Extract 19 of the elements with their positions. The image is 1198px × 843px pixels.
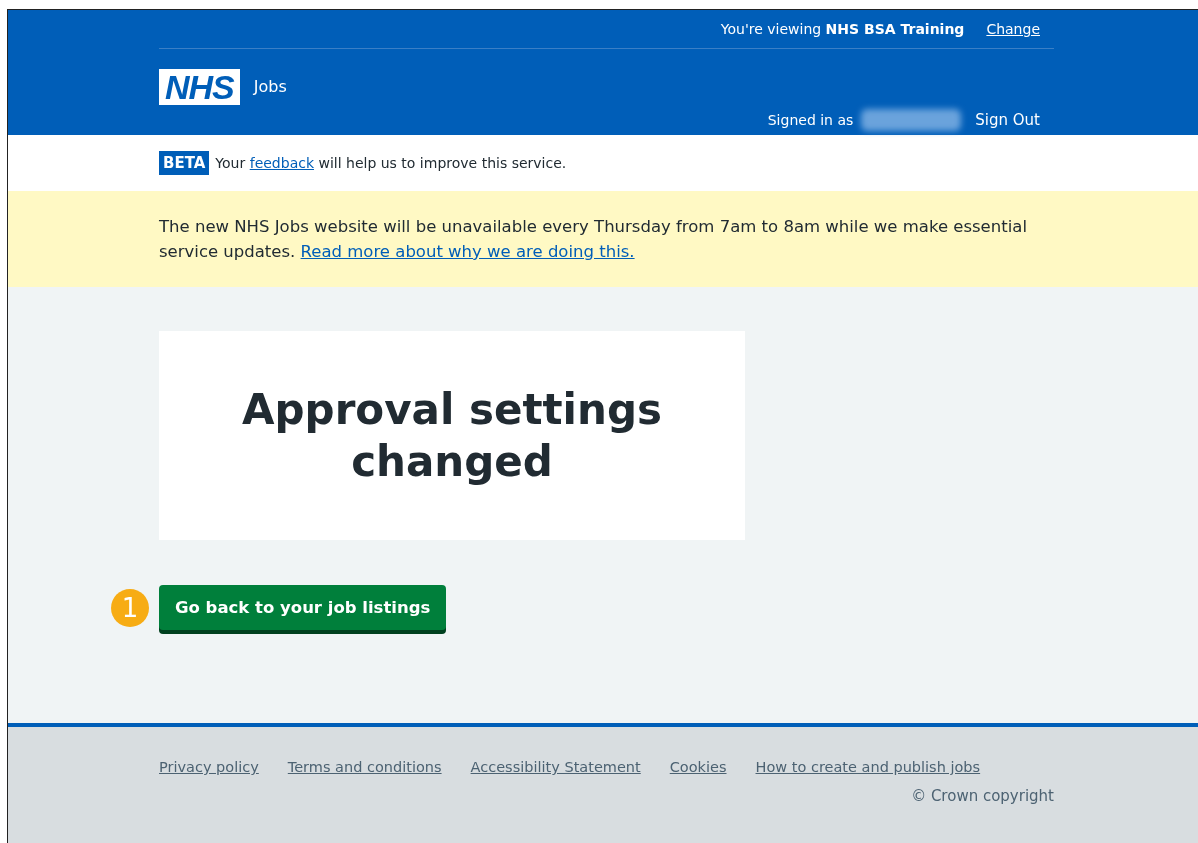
footer-link[interactable]: Cookies <box>669 759 727 775</box>
feedback-link[interactable]: feedback <box>249 155 314 171</box>
sign-out-link[interactable]: Sign Out <box>975 111 1040 129</box>
footer-link[interactable]: Accessibility Statement <box>470 759 641 775</box>
footer-link[interactable]: Terms and conditions <box>287 759 442 775</box>
footer-link[interactable]: How to create and publish jobs <box>755 759 981 775</box>
viewing-organisation: You're viewing NHS BSA Training <box>720 21 965 37</box>
footer-link[interactable]: Privacy policy <box>159 759 259 775</box>
copyright-text: © Crown copyright <box>911 787 1054 805</box>
panel-title: Approval settings changed <box>242 383 662 488</box>
signed-in-label: Signed in as <box>767 112 854 128</box>
read-more-link[interactable]: Read more about why we are doing this. <box>300 242 635 261</box>
feedback-message: Your feedback will help us to improve this service. <box>215 155 567 171</box>
beta-tag: BETA <box>159 151 210 175</box>
nhs-logo[interactable]: NHS <box>159 69 240 105</box>
service-name: Jobs <box>253 77 287 96</box>
step-badge: 1 <box>111 588 149 627</box>
notice-text: The new NHS Jobs website will be unavailable every Thursday from 7am to 8am while we make essential service updates. Read more about why we are doing this. <box>159 216 1028 263</box>
change-link[interactable]: Change <box>986 21 1040 37</box>
